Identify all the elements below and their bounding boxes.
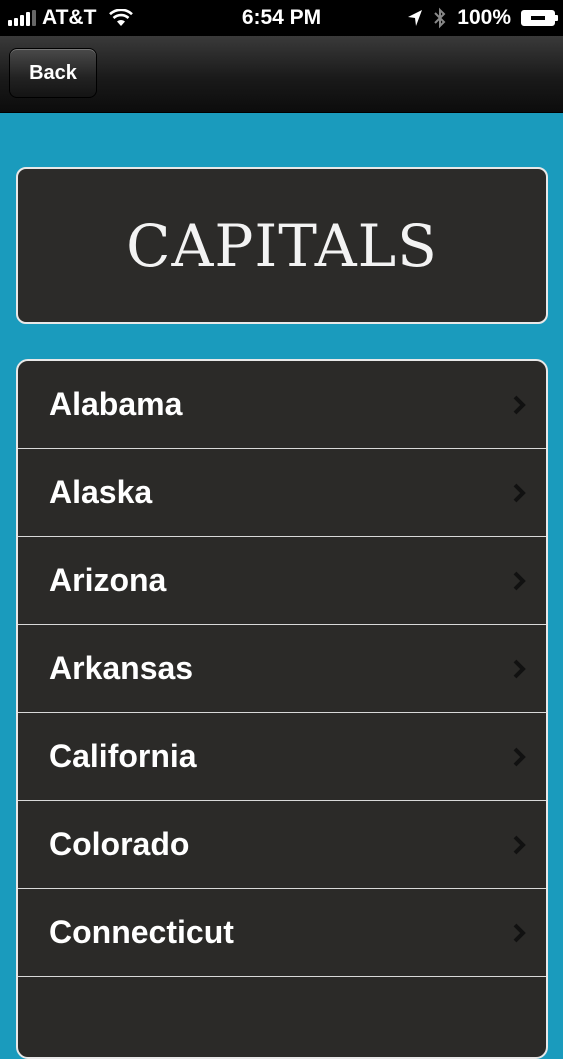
- chevron-right-icon: [513, 747, 526, 767]
- battery-percent: 100%: [457, 6, 511, 29]
- chevron-right-icon: [513, 395, 526, 415]
- list-item-label: Alabama: [49, 386, 183, 422]
- list-item-label: California: [49, 738, 197, 774]
- list-item-label: Colorado: [49, 826, 190, 862]
- list-item-alaska[interactable]: Alaska: [18, 449, 546, 537]
- location-arrow-icon: [408, 10, 423, 26]
- page-title: CAPITALS: [126, 211, 438, 280]
- list-item-label: Arkansas: [49, 650, 194, 686]
- chevron-right-icon: [513, 659, 526, 679]
- bluetooth-icon: [434, 7, 446, 29]
- chevron-right-icon: [513, 923, 526, 943]
- chevron-right-icon: [513, 835, 526, 855]
- list-item-arizona[interactable]: Arizona: [18, 537, 546, 625]
- status-bar: AT&T 6:54 PM 100%: [0, 0, 563, 36]
- list-item-label: Connecticut: [49, 914, 234, 950]
- status-right: 100%: [407, 6, 558, 30]
- list-item-colorado[interactable]: Colorado: [18, 801, 546, 889]
- chevron-right-icon: [513, 571, 526, 591]
- chevron-right-icon: [513, 483, 526, 503]
- back-button[interactable]: Back: [9, 48, 97, 98]
- list-item-label: Arizona: [49, 562, 167, 598]
- list-item-arkansas[interactable]: Arkansas: [18, 625, 546, 713]
- header-box: CAPITALS: [16, 167, 548, 324]
- list-item-label: Alaska: [49, 474, 153, 510]
- navigation-bar: Back: [0, 36, 563, 113]
- list-item-alabama[interactable]: Alabama: [18, 361, 546, 449]
- states-list: Alabama Alaska Arizona Arkansas Californ…: [16, 359, 548, 1059]
- list-item-california[interactable]: California: [18, 713, 546, 801]
- list-item-connecticut[interactable]: Connecticut: [18, 889, 546, 977]
- list-item-partial[interactable]: [18, 977, 546, 1057]
- battery-icon: [521, 10, 558, 26]
